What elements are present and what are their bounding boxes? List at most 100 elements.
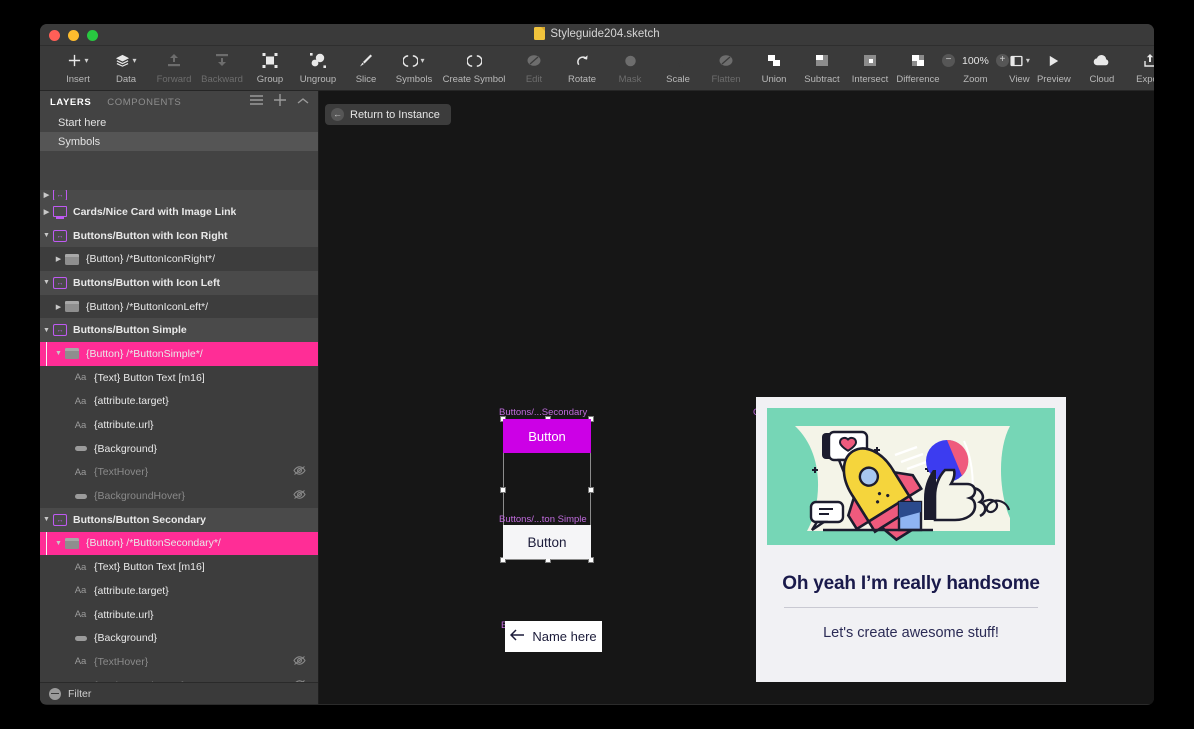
canvas-button-simple[interactable]: Button — [503, 525, 591, 559]
eye-hidden-icon[interactable] — [293, 679, 306, 682]
toolbar-create-symbol-button[interactable]: Create Symbol — [438, 49, 510, 85]
return-to-instance-button[interactable]: ← Return to Instance — [325, 104, 451, 125]
toolbar-rotate-button[interactable]: Rotate — [558, 49, 606, 85]
layer-row[interactable]: {BackgroundHover} — [40, 484, 318, 508]
layer-row[interactable]: Aa {TextHover} — [40, 650, 318, 674]
toolbar-forward-button[interactable]: Forward — [150, 49, 198, 85]
layer-row-label: Buttons/Button Secondary — [73, 513, 206, 526]
eye-hidden-icon[interactable] — [293, 489, 306, 503]
resize-handle-mr[interactable] — [588, 487, 594, 493]
chevron-down-icon[interactable]: ▼ — [40, 327, 53, 334]
filter-input[interactable]: Filter — [68, 688, 91, 700]
layer-row[interactable]: Aa {attribute.url} — [40, 413, 318, 437]
zoom-in-button[interactable]: + — [995, 54, 1009, 67]
resize-handle-ml[interactable] — [500, 487, 506, 493]
list-lines-icon[interactable] — [250, 94, 263, 109]
chevron-down-icon[interactable]: ▼ — [52, 350, 65, 357]
layer-row[interactable]: Aa {attribute.target} — [40, 579, 318, 603]
toolbar-difference-button[interactable]: Difference — [894, 49, 942, 85]
scale-icon — [671, 51, 686, 70]
toolbar-insert-button[interactable]: ▾ Insert — [54, 49, 102, 85]
layer-row[interactable]: ▶ ↔ — [40, 190, 318, 200]
layer-list[interactable]: ▶ ↔ ▶ Cards/Nice Card with Image Link ▼ ↔ Butt… — [40, 190, 318, 682]
layer-row[interactable]: Aa {Text} Button Text [m16] — [40, 555, 318, 579]
toolbar-ungroup-button[interactable]: Ungroup — [294, 49, 342, 85]
chevron-down-icon[interactable]: ▼ — [40, 516, 53, 523]
toolbar-slice-label: Slice — [355, 74, 377, 85]
layer-row-label: {Button} /*ButtonSimple*/ — [86, 347, 203, 360]
artboard-label-simple[interactable]: Buttons/...ton Simple — [499, 514, 587, 525]
zoom-value: 100% — [962, 54, 989, 67]
layer-row[interactable]: Aa {TextHover} — [40, 460, 318, 485]
toolbar-insert-label: Insert — [66, 74, 90, 85]
layer-row[interactable]: Aa {Text} Button Text [m16] — [40, 365, 318, 390]
layer-row-label: {Button} /*ButtonSecondary*/ — [86, 537, 221, 550]
share-upload-icon — [1143, 51, 1154, 70]
layer-row[interactable]: {Background} — [40, 626, 318, 651]
chevron-right-icon[interactable]: ▶ — [52, 303, 65, 311]
canvas-card[interactable]: Oh yeah I’m really handsome Let's create… — [756, 397, 1066, 682]
toolbar-mask-button[interactable]: Mask — [606, 49, 654, 85]
layer-row-label: {Background} — [94, 632, 158, 645]
toolbar-view-label: View — [1009, 74, 1030, 85]
toolbar-slice-button[interactable]: Slice — [342, 49, 390, 85]
toolbar-data-button[interactable]: ▾ Data — [102, 49, 150, 85]
toolbar-union-button[interactable]: Union — [750, 49, 798, 85]
ungroup-icon — [310, 51, 326, 70]
toolbar-cloud-button[interactable]: Cloud — [1078, 49, 1126, 85]
toolbar-view-button[interactable]: ▾ View — [1009, 49, 1030, 85]
layer-row[interactable]: Aa {attribute.url} — [40, 602, 318, 627]
layer-row[interactable]: ▼ {Button} /*ButtonSecondary*/ — [40, 531, 318, 556]
layer-row[interactable]: Aa {attribute.target} — [40, 389, 318, 414]
folder-icon — [65, 348, 79, 360]
slice-knife-icon — [358, 51, 374, 70]
document-title: Styleguide204.sketch — [40, 27, 1154, 40]
group-icon — [262, 51, 278, 70]
artboard-label-secondary[interactable]: Buttons/...Secondary — [499, 407, 587, 418]
toolbar-union-label: Union — [761, 74, 787, 85]
chevron-up-icon[interactable] — [297, 95, 309, 109]
toolbar-edit-button[interactable]: Edit — [510, 49, 558, 85]
layer-row[interactable]: {BackgroundHover} — [40, 673, 318, 682]
plus-icon[interactable] — [274, 94, 286, 109]
chevron-right-icon[interactable]: ▶ — [40, 191, 53, 199]
layer-row[interactable]: ▼ ↔ Buttons/Button with Icon Right — [40, 223, 318, 248]
canvas[interactable]: ← Return to Instance Buttons/...Secondar… — [319, 91, 1154, 704]
canvas-button-icon-left[interactable]: Name here — [505, 621, 602, 652]
zoom-out-button[interactable]: − — [942, 54, 955, 67]
tab-layers[interactable]: LAYERS — [50, 97, 91, 108]
layer-row[interactable]: ▼ ↔ Buttons/Button Simple — [40, 318, 318, 343]
layer-row[interactable]: ▼ ↔ Buttons/Button Secondary — [40, 507, 318, 532]
chevron-right-icon[interactable]: ▶ — [40, 208, 53, 216]
symbol-icon: ↔ — [53, 513, 67, 526]
filter-bar[interactable]: Filter — [40, 682, 318, 704]
toolbar-symbols-button[interactable]: ▾ Symbols — [390, 49, 438, 85]
toolbar-subtract-button[interactable]: Subtract — [798, 49, 846, 85]
canvas-button-secondary[interactable]: Button — [503, 419, 591, 453]
eye-hidden-icon[interactable] — [293, 655, 306, 669]
toolbar-export-button[interactable]: Export — [1126, 49, 1154, 85]
toolbar-scale-button[interactable]: Scale — [654, 49, 702, 85]
toolbar-preview-button[interactable]: Preview — [1030, 49, 1078, 85]
tab-components[interactable]: COMPONENTS — [107, 97, 181, 108]
layer-row[interactable]: ▶ Cards/Nice Card with Image Link — [40, 200, 318, 224]
toolbar-group-button[interactable]: Group — [246, 49, 294, 85]
toolbar-flatten-button[interactable]: Flatten — [702, 49, 750, 85]
chevron-down-icon[interactable]: ▼ — [52, 540, 65, 547]
toolbar-intersect-button[interactable]: Intersect — [846, 49, 894, 85]
chevron-down-icon[interactable]: ▼ — [40, 279, 53, 286]
chevron-down-icon[interactable]: ▼ — [40, 232, 53, 239]
layer-row[interactable]: ▶ {Button} /*ButtonIconRight*/ — [40, 247, 318, 272]
layer-row[interactable]: ▶ {Button} /*ButtonIconLeft*/ — [40, 294, 318, 319]
eye-hidden-icon[interactable] — [293, 465, 306, 479]
layer-row[interactable]: ▼ {Button} /*ButtonSimple*/ — [40, 342, 318, 366]
page-start-here[interactable]: Start here — [40, 113, 318, 132]
toolbar-backward-button[interactable]: Backward — [198, 49, 246, 85]
chevron-right-icon[interactable]: ▶ — [52, 255, 65, 263]
pinned-pages: Start here Symbols — [40, 113, 318, 151]
document-title-text: Styleguide204.sketch — [550, 27, 660, 40]
page-symbols[interactable]: Symbols — [40, 132, 318, 151]
layer-row[interactable]: ▼ ↔ Buttons/Button with Icon Left — [40, 271, 318, 295]
layer-row[interactable]: {Background} — [40, 436, 318, 461]
toolbar-edit-label: Edit — [525, 74, 543, 85]
